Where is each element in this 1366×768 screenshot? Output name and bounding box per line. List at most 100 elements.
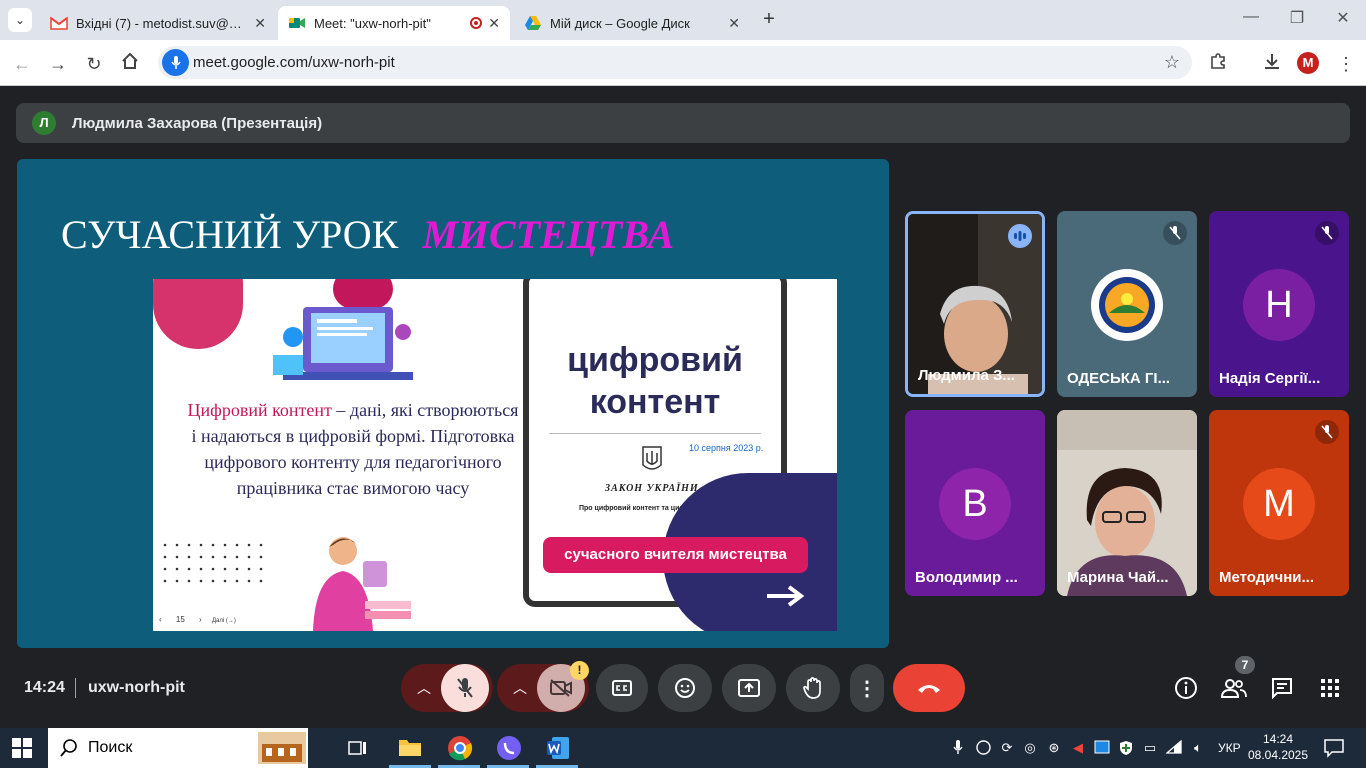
home-icon <box>122 52 138 69</box>
minimize-button[interactable]: — <box>1236 8 1266 26</box>
shield-icon: ⊛ <box>1048 740 1060 755</box>
word-taskbar-button[interactable] <box>546 736 570 765</box>
site-info-button[interactable] <box>162 49 189 76</box>
participant-tile[interactable]: В Володимир ... <box>905 410 1045 596</box>
recording-icon <box>470 17 483 29</box>
leave-call-button[interactable] <box>893 664 965 712</box>
windows-taskbar: Поиск <box>0 728 1366 768</box>
forward-button[interactable]: → <box>46 52 70 76</box>
participant-tile[interactable]: М Методични... <box>1209 410 1349 596</box>
tab-title: Вхідні (7) - metodist.suv@gmail.com <box>76 15 248 31</box>
download-icon <box>1265 54 1279 69</box>
app-tray-icon[interactable]: ⊛ <box>1046 740 1062 756</box>
participant-tile[interactable]: Н Надія Сергії... <box>1209 211 1349 397</box>
teamviewer-tray-icon[interactable] <box>1094 740 1110 756</box>
task-view-button[interactable] <box>348 738 368 763</box>
meet-icon <box>289 18 305 28</box>
network-tray-icon[interactable]: ◎ <box>1022 740 1038 756</box>
close-icon[interactable]: ✕ <box>488 15 500 32</box>
viber-taskbar-button[interactable] <box>496 735 522 766</box>
next-slide-hint: Далі (→) <box>211 618 236 624</box>
camera-warning-badge: ! <box>570 661 589 680</box>
info-icon <box>1175 677 1197 699</box>
participant-name: Людмила З... <box>918 367 1015 384</box>
muted-indicator <box>1163 221 1187 245</box>
chrome-taskbar-button[interactable] <box>447 735 473 766</box>
participant-name: Методични... <box>1219 569 1314 586</box>
folder-icon <box>399 740 421 756</box>
reactions-button[interactable] <box>658 664 712 712</box>
wifi-tray-icon[interactable] <box>1165 739 1182 756</box>
people-button[interactable] <box>1220 674 1248 702</box>
new-tab-button[interactable]: + <box>758 8 780 30</box>
avatar-initial: В <box>962 482 988 525</box>
avatar-initial: Н <box>1265 283 1293 326</box>
speaker-icon: 🔈︎ <box>1194 740 1202 755</box>
restore-button[interactable]: ❐ <box>1282 8 1312 28</box>
notifications-button[interactable] <box>1324 738 1344 763</box>
microphone-tray-icon[interactable] <box>950 740 966 756</box>
present-button[interactable] <box>722 664 776 712</box>
profile-avatar[interactable]: M <box>1297 52 1319 74</box>
divider <box>75 678 76 698</box>
chat-button[interactable] <box>1268 674 1296 702</box>
chevron-right-icon[interactable]: › <box>199 615 202 624</box>
address-bar[interactable]: meet.google.com/uxw-norh-pit ☆ <box>158 46 1192 79</box>
volume-tray-icon[interactable]: 🔈︎ <box>1190 740 1206 756</box>
tab-title: Мій диск – Google Диск <box>550 15 690 31</box>
anydesk-icon: ◀ <box>1073 740 1083 755</box>
meeting-details-button[interactable] <box>1172 674 1200 702</box>
chrome-menu-button[interactable]: ⋮ <box>1334 52 1358 76</box>
viber-tray-icon[interactable] <box>975 740 991 756</box>
tab-search-button[interactable]: ⌄ <box>8 8 32 32</box>
participant-tile[interactable]: Марина Чай... <box>1057 410 1197 596</box>
start-button[interactable] <box>12 738 32 763</box>
slide-page-controls[interactable]: ‹ 15 › Далі (→) <box>159 615 236 624</box>
bookmark-button[interactable]: ☆ <box>1164 52 1180 73</box>
participant-tile[interactable]: Людмила З... <box>905 211 1045 397</box>
participant-name: Марина Чай... <box>1067 569 1169 586</box>
tab-meet[interactable]: Meet: "uxw-norh-pit" ✕ <box>278 6 510 40</box>
tab-gmail[interactable]: Вхідні (7) - metodist.suv@gmail.com ✕ <box>40 6 276 40</box>
search-highlight-image <box>258 732 306 764</box>
extensions-button[interactable] <box>1206 52 1230 76</box>
profile-initial: M <box>1302 55 1314 70</box>
emoji-icon <box>675 678 695 698</box>
tab-drive[interactable]: Мій диск – Google Диск ✕ <box>514 6 750 40</box>
close-icon[interactable]: ✕ <box>254 15 266 32</box>
participant-tile[interactable]: ОДЕСЬКА ГІ... <box>1057 211 1197 397</box>
doc-title-line2: контент <box>589 383 721 421</box>
sync-tray-icon[interactable]: ⟳ <box>999 740 1015 756</box>
chevron-left-icon[interactable]: ‹ <box>159 615 162 624</box>
viber-icon <box>975 740 991 755</box>
downloads-button[interactable] <box>1260 52 1284 76</box>
participant-name: ОДЕСЬКА ГІ... <box>1067 370 1171 387</box>
close-window-button[interactable]: ✕ <box>1328 8 1358 28</box>
captions-button[interactable] <box>596 664 648 712</box>
microphone-icon <box>170 55 181 69</box>
presenter-label: Людмила Захарова (Презентація) <box>72 115 323 132</box>
person-illustration <box>313 537 411 631</box>
taskbar-clock[interactable]: 14:24 08.04.2025 <box>1246 731 1310 763</box>
doc-banner: сучасного вчителя мистецтва <box>543 537 808 573</box>
close-icon: ✕ <box>1336 10 1350 27</box>
security-tray-icon[interactable] <box>1118 740 1134 756</box>
taskbar-search[interactable]: Поиск <box>48 728 308 768</box>
back-button[interactable]: ← <box>10 52 34 76</box>
microphone-toggle[interactable] <box>441 664 489 712</box>
language-indicator[interactable]: УКР <box>1218 741 1241 755</box>
anydesk-tray-icon[interactable]: ◀ <box>1070 740 1086 756</box>
file-explorer-button[interactable] <box>398 736 422 763</box>
notification-icon <box>1324 739 1344 758</box>
activities-button[interactable] <box>1316 674 1344 702</box>
slide-title-part2: МИСТЕЦТВА <box>422 212 675 257</box>
close-icon[interactable]: ✕ <box>728 15 740 32</box>
slide-text-highlight: Цифровий контент <box>187 400 332 420</box>
reload-button[interactable]: ↻ <box>82 52 106 76</box>
mic-off-icon <box>457 678 473 698</box>
clock-time: 14:24 <box>1262 732 1294 746</box>
battery-tray-icon[interactable]: ▭ <box>1142 740 1158 756</box>
home-button[interactable] <box>118 52 142 76</box>
more-options-button[interactable]: ⋮ <box>850 664 884 712</box>
raise-hand-button[interactable] <box>786 664 840 712</box>
